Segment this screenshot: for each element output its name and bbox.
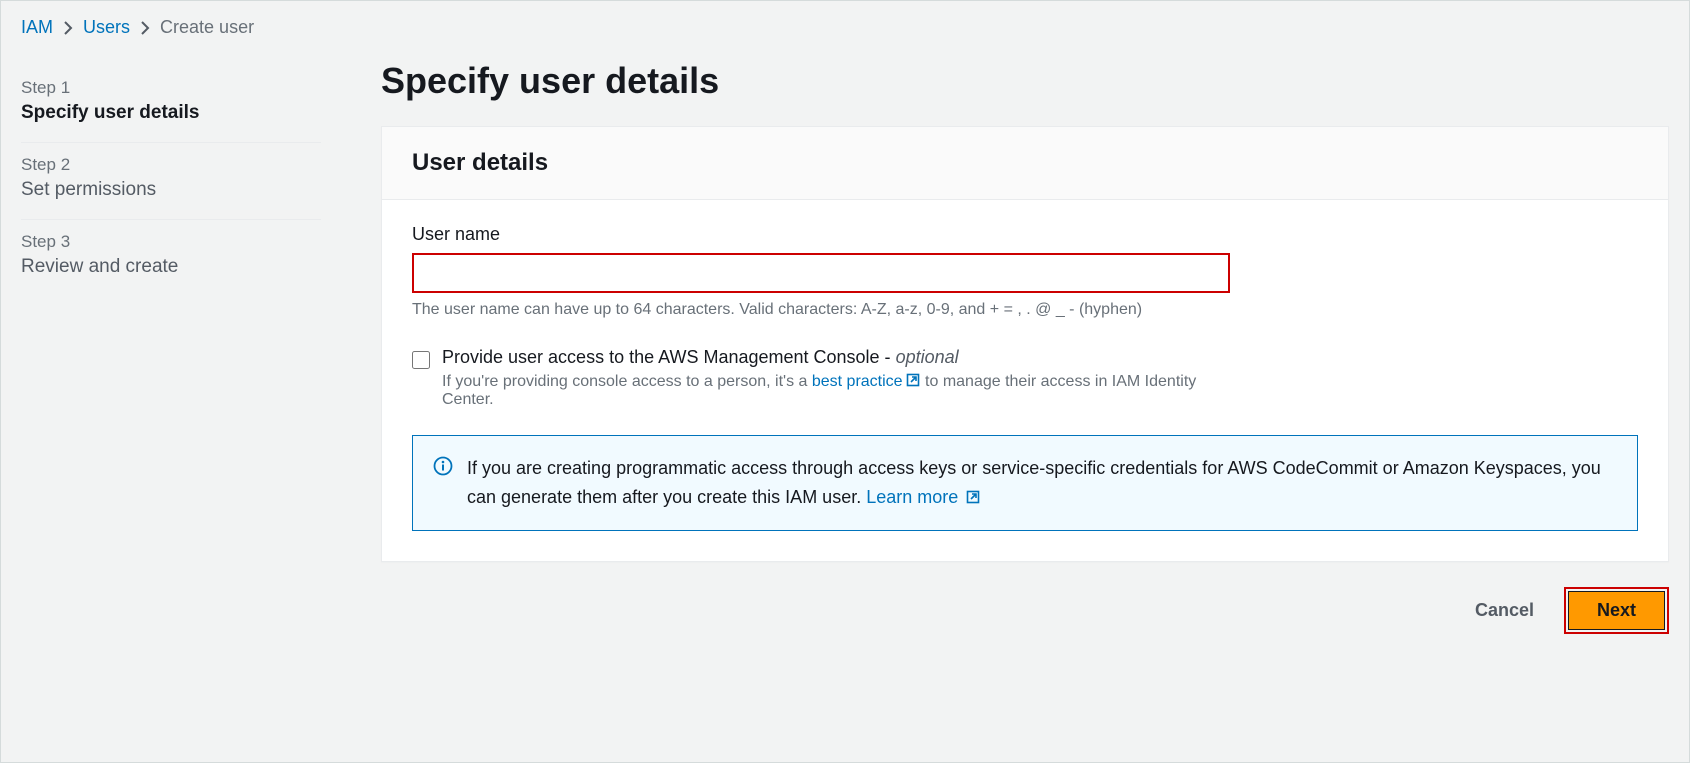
chevron-right-icon — [140, 21, 150, 35]
chevron-right-icon — [63, 21, 73, 35]
breadcrumb: IAM Users Create user — [21, 17, 1669, 38]
step-title: Specify user details — [21, 102, 321, 124]
learn-more-link[interactable]: Learn more — [866, 487, 981, 507]
next-button[interactable]: Next — [1568, 591, 1665, 630]
external-link-icon — [965, 489, 981, 505]
step-2: Step 2 Set permissions — [21, 143, 321, 220]
external-link-icon — [905, 372, 921, 388]
step-title: Review and create — [21, 256, 321, 278]
step-3: Step 3 Review and create — [21, 220, 321, 296]
info-text-body: If you are creating programmatic access … — [467, 458, 1601, 507]
cancel-button[interactable]: Cancel — [1459, 590, 1550, 631]
step-num: Step 3 — [21, 232, 321, 252]
breadcrumb-current: Create user — [160, 17, 254, 38]
step-num: Step 1 — [21, 78, 321, 98]
console-access-label: Provide user access to the AWS Managemen… — [442, 347, 1202, 368]
step-title: Set permissions — [21, 179, 321, 201]
wizard-footer: Cancel Next — [381, 590, 1669, 631]
user-details-panel: User details User name The user name can… — [381, 126, 1669, 562]
step-1: Step 1 Specify user details — [21, 66, 321, 143]
step-num: Step 2 — [21, 155, 321, 175]
info-text: If you are creating programmatic access … — [467, 454, 1617, 512]
breadcrumb-iam[interactable]: IAM — [21, 17, 53, 38]
wizard-steps: Step 1 Specify user details Step 2 Set p… — [21, 66, 321, 296]
optional-label: optional — [896, 347, 959, 367]
username-hint: The user name can have up to 64 characte… — [412, 301, 1638, 319]
panel-header: User details — [382, 127, 1668, 200]
username-label: User name — [412, 224, 1638, 245]
console-access-label-text: Provide user access to the AWS Managemen… — [442, 347, 896, 367]
desc-prefix: If you're providing console access to a … — [442, 373, 812, 390]
main-content: Specify user details User details User n… — [381, 66, 1669, 631]
breadcrumb-users[interactable]: Users — [83, 17, 130, 38]
panel-heading: User details — [412, 149, 1638, 177]
info-alert: If you are creating programmatic access … — [412, 435, 1638, 531]
console-access-checkbox[interactable] — [412, 351, 430, 369]
best-practice-link[interactable]: best practice — [812, 373, 921, 390]
username-input[interactable] — [412, 253, 1230, 293]
info-icon — [433, 456, 453, 481]
page-title: Specify user details — [381, 60, 1669, 102]
console-access-description: If you're providing console access to a … — [442, 372, 1202, 409]
